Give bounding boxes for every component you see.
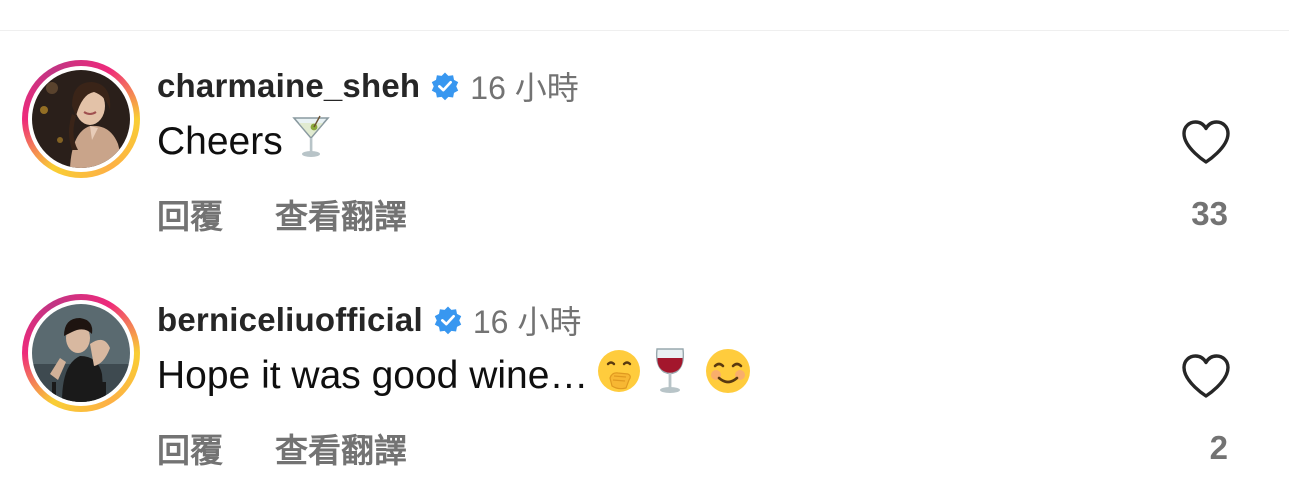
avatar[interactable] [32,304,130,402]
comment-item: charmaine_sheh 16 小時 Cheers 回覆 查看翻譯 33 [0,58,1289,258]
like-count: 2 [1209,429,1228,466]
comment-item: berniceliuofficial 16 小時 Hope it was goo… [0,292,1289,492]
avatar[interactable] [32,70,130,168]
top-divider [0,30,1289,31]
smiling-face-emoji-icon [704,347,752,405]
comment-actions: 回覆 查看翻譯 [157,192,407,236]
martini-emoji-icon [291,114,331,170]
see-translation-button[interactable]: 查看翻譯 [275,424,407,472]
reply-button[interactable]: 回覆 [157,424,223,472]
like-count: 33 [1191,195,1228,232]
username[interactable]: berniceliuofficial [157,301,423,339]
like-heart-icon[interactable] [1180,118,1232,166]
verified-badge-icon [430,71,460,101]
see-translation-button[interactable]: 查看翻譯 [275,190,407,238]
comment-text: Cheers [157,115,331,166]
story-ring[interactable] [22,60,140,178]
comment-text: Hope it was good wine… [157,348,752,400]
verified-badge-icon [433,305,463,335]
comment-time: 16 小時 [470,70,579,106]
reply-button[interactable]: 回覆 [157,190,223,238]
comment-time: 16 小時 [472,304,582,340]
face-with-hand-over-mouth-emoji-icon [596,348,642,404]
comment-body: Cheers [157,120,283,163]
story-ring[interactable] [22,294,140,412]
username[interactable]: charmaine_sheh [157,67,420,105]
wine-glass-emoji-icon [650,346,690,406]
like-heart-icon[interactable] [1180,352,1232,400]
comment-body: Hope it was good wine… [157,354,589,397]
comment-actions: 回覆 查看翻譯 [157,426,407,470]
